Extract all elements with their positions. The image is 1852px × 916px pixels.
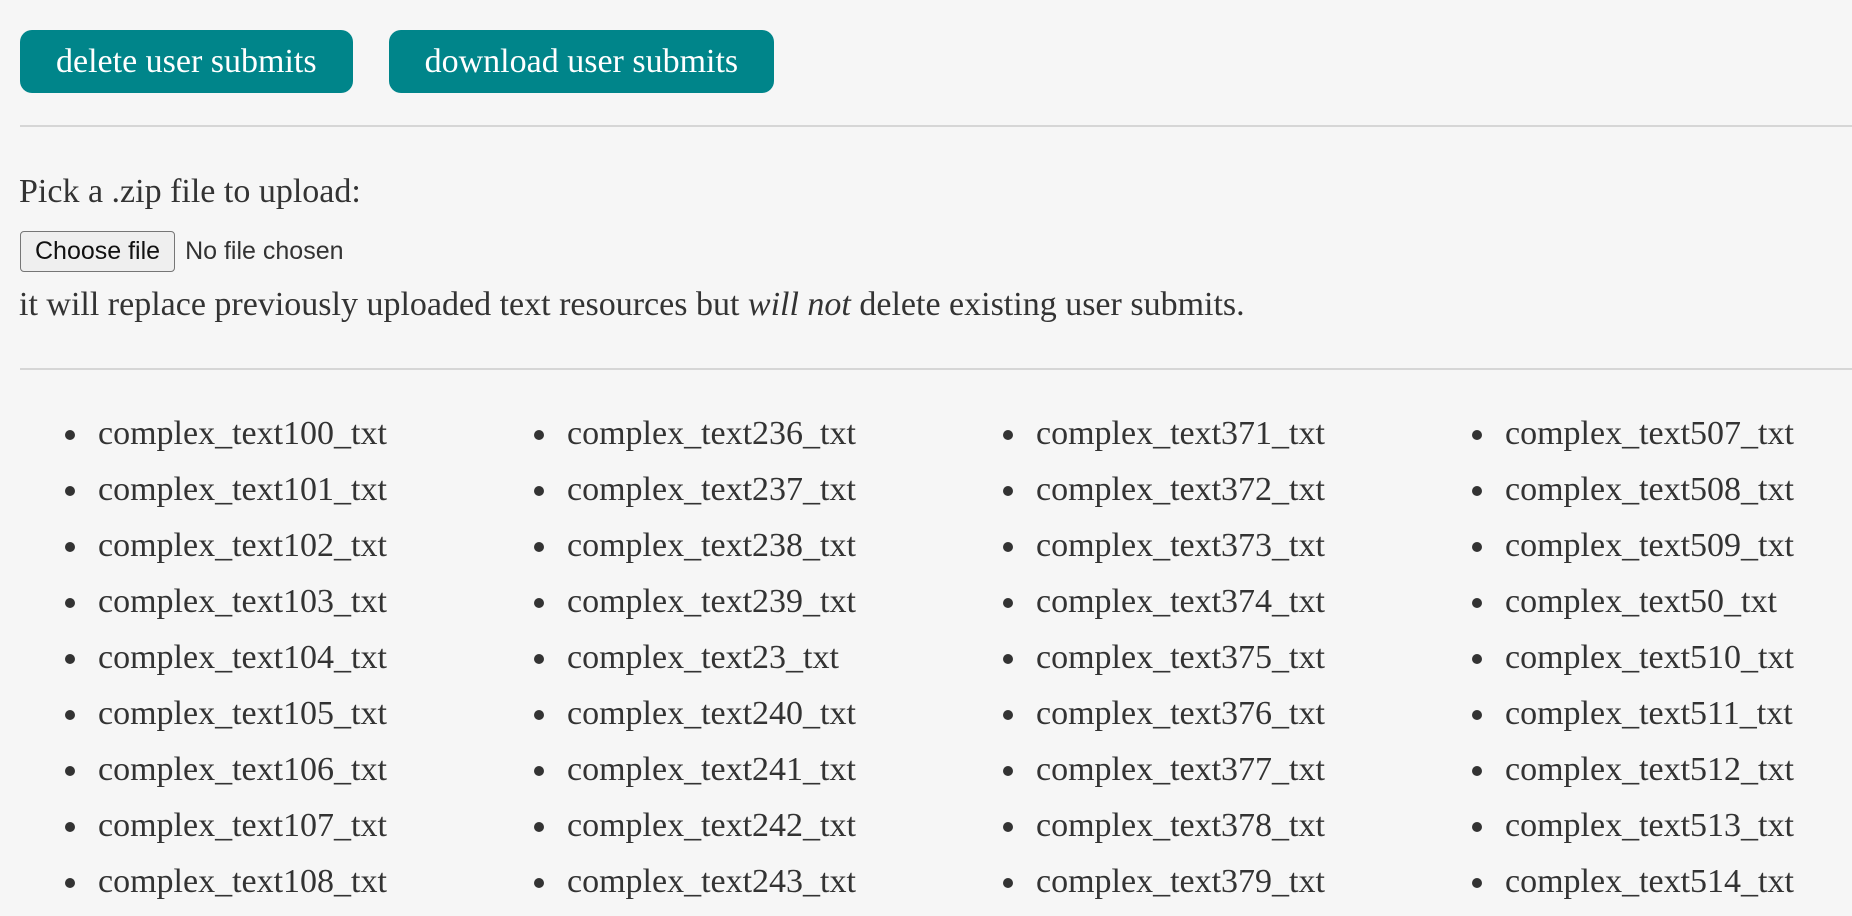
upload-prompt: Pick a .zip file to upload: <box>19 173 361 210</box>
list-item: complex_text372_txt <box>938 465 1325 521</box>
list-item: complex_text509_txt <box>1407 521 1794 577</box>
list-item: complex_text514_txt <box>1407 857 1794 913</box>
list-item: complex_text371_txt <box>938 409 1325 465</box>
list-item: complex_text50_txt <box>1407 577 1794 633</box>
list-item: complex_text239_txt <box>469 577 856 633</box>
list-item: complex_text238_txt <box>469 521 856 577</box>
list-item: complex_text101_txt <box>0 465 387 521</box>
list-item: complex_text375_txt <box>938 633 1325 689</box>
list-item: complex_text240_txt <box>469 689 856 745</box>
list-item: complex_text513_txt <box>1407 801 1794 857</box>
list-item: complex_text107_txt <box>0 801 387 857</box>
list-item: complex_text511_txt <box>1407 689 1794 745</box>
file-column-4: complex_text507_txt complex_text508_txt … <box>1407 409 1794 913</box>
file-column-2: complex_text236_txt complex_text237_txt … <box>469 409 856 913</box>
list-item: complex_text512_txt <box>1407 745 1794 801</box>
list-item: complex_text507_txt <box>1407 409 1794 465</box>
list-item: complex_text242_txt <box>469 801 856 857</box>
list-item: complex_text508_txt <box>1407 465 1794 521</box>
file-column-3: complex_text371_txt complex_text372_txt … <box>938 409 1325 913</box>
list-item: complex_text108_txt <box>0 857 387 913</box>
list-item: complex_text243_txt <box>469 857 856 913</box>
delete-user-submits-button[interactable]: delete user submits <box>20 30 353 93</box>
upload-note-after: delete existing user submits. <box>850 286 1245 323</box>
list-item: complex_text106_txt <box>0 745 387 801</box>
list-item: complex_text379_txt <box>938 857 1325 913</box>
file-column-1: complex_text100_txt complex_text101_txt … <box>0 409 387 913</box>
list-item: complex_text374_txt <box>938 577 1325 633</box>
list-item: complex_text241_txt <box>469 745 856 801</box>
upload-note: it will replace previously uploaded text… <box>19 283 1245 327</box>
list-item: complex_text236_txt <box>469 409 856 465</box>
list-item: complex_text102_txt <box>0 521 387 577</box>
admin-page: delete user submits download user submit… <box>0 0 1852 916</box>
choose-file-button[interactable]: Choose file <box>20 231 176 272</box>
list-item: complex_text376_txt <box>938 689 1325 745</box>
list-item: complex_text105_txt <box>0 689 387 745</box>
divider-bottom <box>20 368 1852 370</box>
file-status: No file chosen <box>185 237 344 265</box>
list-item: complex_text510_txt <box>1407 633 1794 689</box>
list-item: complex_text23_txt <box>469 633 856 689</box>
list-item: complex_text104_txt <box>0 633 387 689</box>
list-item: complex_text103_txt <box>0 577 387 633</box>
list-item: complex_text378_txt <box>938 801 1325 857</box>
toolbar: delete user submits download user submit… <box>20 30 775 93</box>
file-input: Choose file No file chosen <box>20 231 344 272</box>
list-item: complex_text100_txt <box>0 409 387 465</box>
divider-top <box>20 125 1852 127</box>
list-item: complex_text237_txt <box>469 465 856 521</box>
list-item: complex_text373_txt <box>938 521 1325 577</box>
upload-note-emphasis: will not <box>747 286 851 323</box>
upload-note-before: it will replace previously uploaded text… <box>19 286 748 323</box>
download-user-submits-button[interactable]: download user submits <box>388 30 775 93</box>
list-item: complex_text377_txt <box>938 745 1325 801</box>
